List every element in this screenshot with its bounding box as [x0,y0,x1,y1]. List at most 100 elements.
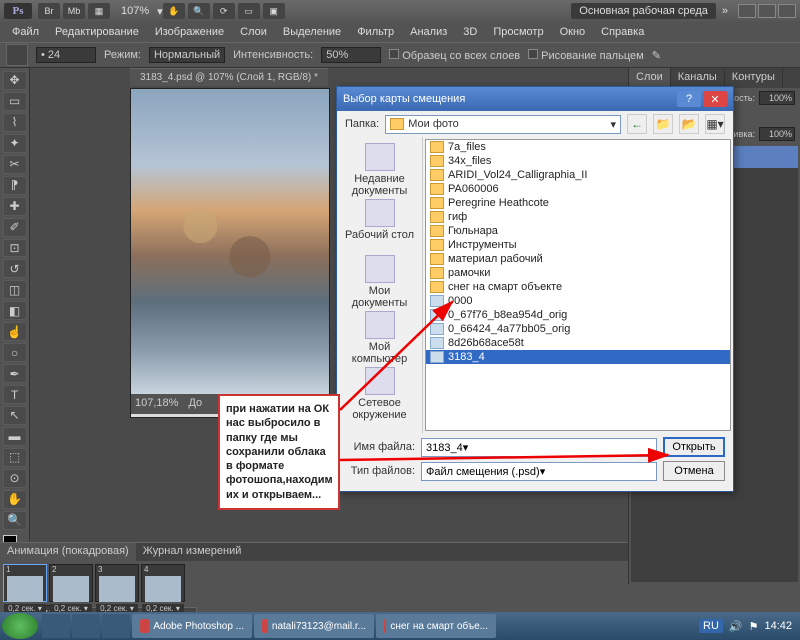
tab-log[interactable]: Журнал измерений [136,543,249,561]
folder-item[interactable]: 34x_files [426,154,730,168]
doc-zoom[interactable]: 107,18% [135,397,178,411]
workspace-more-icon[interactable]: » [722,5,728,17]
menu-view[interactable]: Просмотр [487,24,549,40]
folder-combo[interactable]: Мои фото▾ [385,115,621,134]
maximize-button[interactable] [758,4,776,18]
animation-frame[interactable]: 10,2 сек. ▾ [3,564,47,602]
3d-tool[interactable]: ⬚ [3,448,27,467]
3d-camera-tool[interactable]: ⊙ [3,469,27,488]
file-list[interactable]: 7a_files34x_filesARIDI_Vol24_Calligraphi… [425,139,731,431]
folder-item[interactable]: ARIDI_Vol24_Calligraphia_II [426,168,730,182]
zoom-tool[interactable]: 🔍 [3,511,27,530]
brush-tool[interactable]: ✐ [3,218,27,237]
history-brush-tool[interactable]: ↺ [3,259,27,278]
hand-icon[interactable]: ✋ [163,3,185,19]
opacity-field[interactable]: 100% [759,91,795,105]
sample-all-layers-checkbox[interactable]: Образец со всех слоев [389,49,520,62]
menu-filter[interactable]: Фильтр [351,24,400,40]
places-item[interactable]: Мой компьютер [342,311,418,365]
workspace-switcher[interactable]: Основная рабочая среда [571,3,716,19]
blend-mode-select[interactable]: Нормальный [149,47,225,63]
current-tool-icon[interactable] [6,44,28,66]
brush-preset[interactable]: • 24 [36,47,96,63]
folder-item[interactable]: материал рабочий [426,252,730,266]
heal-tool[interactable]: ✚ [3,197,27,216]
file-item[interactable]: 3183_4 [426,350,730,364]
folder-item[interactable]: 7a_files [426,140,730,154]
taskbar-task[interactable]: natali73123@mail.r... [254,614,374,638]
zoom-icon[interactable]: 🔍 [188,3,210,19]
folder-item[interactable]: PA060006 [426,182,730,196]
close-button[interactable] [778,4,796,18]
type-tool[interactable]: T [3,385,27,404]
folder-item[interactable]: Peregrine Heathcote [426,196,730,210]
menu-help[interactable]: Справка [595,24,650,40]
doc-info[interactable]: До [188,397,202,411]
open-button[interactable]: Открыть [663,437,725,457]
rotate-view-icon[interactable]: ⟳ [213,3,235,19]
animation-frame[interactable]: 20,2 сек. ▾ [49,564,93,602]
tablet-pressure-icon[interactable]: ✎ [652,49,661,62]
dialog-help-button[interactable]: ? [677,91,701,107]
pen-tool[interactable]: ✒ [3,364,27,383]
canvas[interactable] [131,89,329,394]
clock[interactable]: 14:42 [764,620,792,632]
lasso-tool[interactable]: ⌇ [3,113,27,132]
dialog-titlebar[interactable]: Выбор карты смещения ? ✕ [337,87,733,111]
menu-layer[interactable]: Слои [234,24,273,40]
view-extras-icon[interactable]: ▦ [88,3,110,19]
system-tray[interactable]: RU 🔊 ⚑ 14:42 [699,619,798,633]
eyedropper-tool[interactable]: ⁋ [3,176,27,195]
tab-layers[interactable]: Слои [629,68,671,88]
places-item[interactable]: Недавние документы [342,143,418,197]
tab-animation[interactable]: Анимация (покадровая) [0,543,136,561]
shape-tool[interactable]: ▬ [3,427,27,446]
marquee-tool[interactable]: ▭ [3,92,27,111]
tray-icon[interactable]: 🔊 [729,620,743,633]
taskbar-task[interactable]: Adobe Photoshop ... [132,614,252,638]
animation-frame[interactable]: 40,2 сек. ▾ [141,564,185,602]
document-tab[interactable]: 3183_4.psd @ 107% (Слой 1, RGB/8) * [130,68,328,86]
eraser-tool[interactable]: ◫ [3,280,27,299]
back-button[interactable]: ← [627,114,647,134]
tab-channels[interactable]: Каналы [671,68,725,88]
wand-tool[interactable]: ✦ [3,134,27,153]
smudge-tool[interactable]: ☝ [3,322,27,341]
tab-paths[interactable]: Контуры [725,68,783,88]
file-item[interactable]: 0_66424_4a77bb05_orig [426,322,730,336]
stamp-tool[interactable]: ⊡ [3,239,27,258]
minimize-button[interactable] [738,4,756,18]
pinned-app[interactable] [72,614,100,638]
folder-item[interactable]: рамочки [426,266,730,280]
new-folder-button[interactable]: 📂 [679,114,699,134]
zoom-dropdown-icon[interactable]: ▾ [157,5,163,18]
bridge-icon[interactable]: Br [38,3,60,19]
path-tool[interactable]: ↖ [3,406,27,425]
language-indicator[interactable]: RU [699,619,723,633]
filename-field[interactable]: 3183_4▾ [421,438,657,457]
zoom-level[interactable]: 107% [121,5,149,17]
file-item[interactable]: 0_67f76_b8ea954d_orig [426,308,730,322]
menu-analysis[interactable]: Анализ [404,24,453,40]
screen-mode-icon[interactable]: ▣ [263,3,285,19]
folder-item[interactable]: Гюльнара [426,224,730,238]
dialog-close-button[interactable]: ✕ [703,91,727,107]
hand-tool[interactable]: ✋ [3,490,27,509]
view-menu-button[interactable]: ▦▾ [705,114,725,134]
folder-item[interactable]: снег на смарт объекте [426,280,730,294]
folder-item[interactable]: гиф [426,210,730,224]
menu-image[interactable]: Изображение [149,24,230,40]
crop-tool[interactable]: ✂ [3,155,27,174]
menu-window[interactable]: Окно [554,24,592,40]
filetype-combo[interactable]: Файл смещения (.psd)▾ [421,462,657,481]
menu-file[interactable]: Файл [6,24,45,40]
pinned-app[interactable] [42,614,70,638]
places-item[interactable]: Мои документы [342,255,418,309]
menu-3d[interactable]: 3D [457,24,483,40]
menu-select[interactable]: Выделение [277,24,347,40]
intensity-field[interactable]: 50% [321,47,381,63]
places-item[interactable]: Рабочий стол [342,199,418,253]
folder-item[interactable]: Инструменты [426,238,730,252]
tray-icon[interactable]: ⚑ [749,620,759,633]
file-item[interactable]: 0000 [426,294,730,308]
